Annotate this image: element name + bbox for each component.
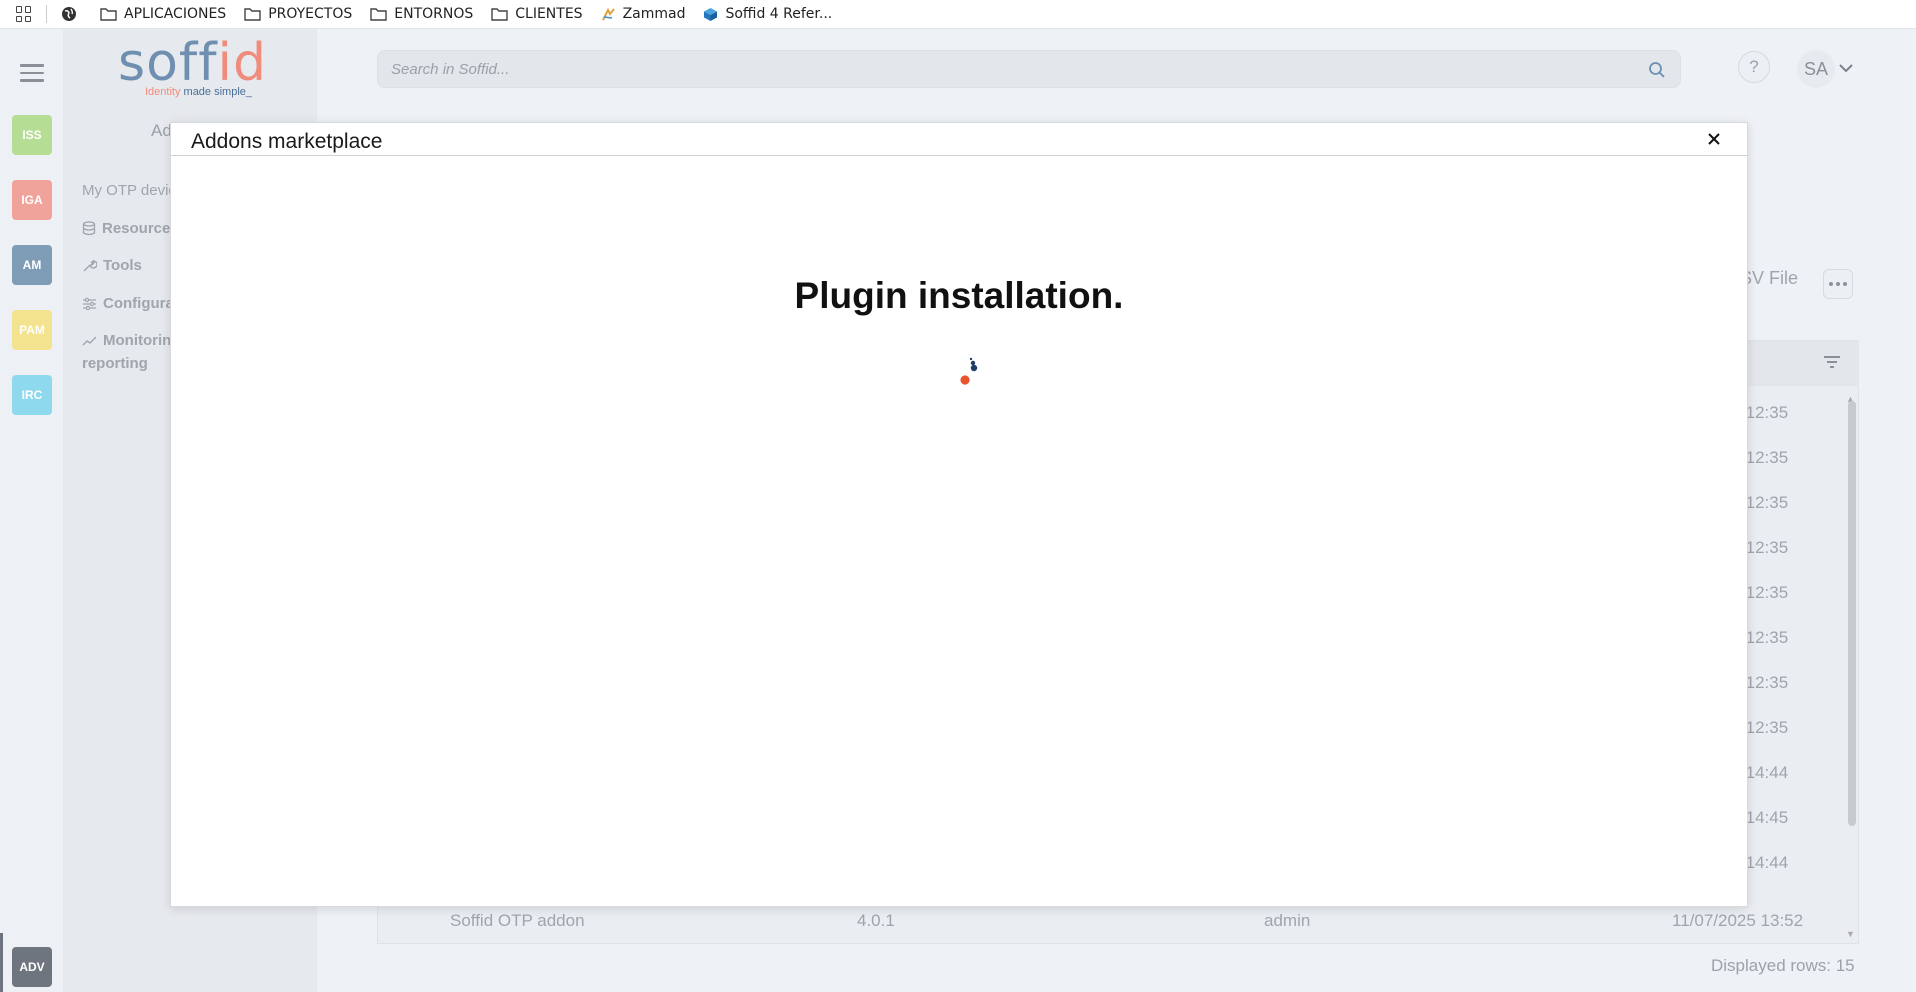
bookmark-soffid[interactable]: Soffid 4 Refer... bbox=[703, 6, 832, 22]
active-indicator bbox=[0, 933, 3, 992]
database-icon bbox=[82, 221, 96, 236]
table-cell-date: 25 12:35 bbox=[1744, 448, 1789, 467]
app-tile-irc[interactable]: IRC bbox=[12, 375, 52, 415]
table-cell-name: Soffid OTP addon bbox=[450, 911, 585, 930]
folder-icon bbox=[100, 8, 117, 21]
search-input[interactable] bbox=[378, 51, 1618, 87]
help-button[interactable]: ? bbox=[1738, 51, 1770, 83]
hamburger-menu-icon[interactable] bbox=[20, 64, 44, 82]
app-tile-adv[interactable]: ADV bbox=[12, 947, 52, 987]
loading-spinner-icon bbox=[960, 357, 978, 385]
app-tile-pam[interactable]: PAM bbox=[12, 310, 52, 350]
bookmark-label: Soffid 4 Refer... bbox=[725, 6, 833, 22]
soffid-logo[interactable]: soffid Identity made simple_ bbox=[118, 37, 288, 99]
bookmark-label: APLICACIONES bbox=[124, 6, 227, 22]
folder-icon bbox=[244, 8, 261, 21]
nav-heading: Ad bbox=[151, 121, 172, 140]
table-cell-date: 25 12:35 bbox=[1744, 673, 1789, 692]
table-cell-date: 25 14:44 bbox=[1744, 763, 1789, 782]
table-cell-date: 25 12:35 bbox=[1744, 403, 1789, 422]
sliders-icon bbox=[83, 297, 96, 310]
table-cell-date: 25 12:35 bbox=[1744, 493, 1789, 512]
filter-icon[interactable] bbox=[1823, 355, 1841, 369]
nav-item-otp-devices[interactable]: My OTP devic bbox=[82, 182, 176, 199]
table-cell-version: 4.0.1 bbox=[857, 911, 895, 930]
nav-item-label: Configura bbox=[103, 295, 174, 312]
nav-item-label: Resource bbox=[102, 220, 171, 237]
bookmark-label: ENTORNOS bbox=[394, 6, 474, 22]
rail-active-item: ADV bbox=[0, 933, 63, 992]
nav-item-configuration[interactable]: Configura bbox=[82, 295, 174, 312]
table-cell-date: 25 12:35 bbox=[1744, 628, 1789, 647]
dialog-title: Addons marketplace bbox=[191, 130, 383, 153]
bookmark-zammad[interactable]: Zammad bbox=[601, 6, 686, 22]
bookmark-label: Zammad bbox=[622, 6, 686, 22]
dialog-header: Addons marketplace bbox=[171, 123, 1747, 156]
plugin-installation-heading: Plugin installation. bbox=[794, 275, 1124, 316]
logo-wordmark: soffid bbox=[118, 33, 267, 93]
export-csv-button[interactable]: SV File bbox=[1740, 268, 1798, 289]
nav-item-reporting-label: reporting bbox=[82, 355, 148, 372]
globe-icon bbox=[62, 7, 76, 21]
close-button[interactable] bbox=[1704, 129, 1724, 149]
nav-item-label: My OTP devic bbox=[82, 182, 176, 199]
app-tile-am[interactable]: AM bbox=[12, 245, 52, 285]
zammad-icon bbox=[601, 7, 615, 20]
bookmark-label: CLIENTES bbox=[515, 6, 583, 22]
app-tile-iss[interactable]: ISS bbox=[12, 115, 52, 155]
table-cell-date: 25 12:35 bbox=[1744, 583, 1789, 602]
table-cell-date: 25 14:44 bbox=[1744, 853, 1789, 872]
bookmark-proyectos[interactable]: PROYECTOS bbox=[244, 6, 352, 22]
global-search bbox=[377, 50, 1681, 88]
table-cell-date: 25 12:35 bbox=[1744, 718, 1789, 737]
nav-item-tools[interactable]: Tools bbox=[82, 257, 142, 274]
apps-grid-icon[interactable] bbox=[16, 6, 32, 22]
addons-marketplace-dialog: Addons marketplace Plugin installation. bbox=[170, 122, 1748, 907]
folder-icon bbox=[491, 8, 508, 21]
user-avatar[interactable]: SA bbox=[1797, 50, 1835, 88]
nav-item-label: Tools bbox=[103, 257, 142, 274]
app-rail: ISS IGA AM PAM IRC ADV bbox=[0, 29, 63, 992]
table-header bbox=[1744, 341, 1859, 386]
bookmark-clientes[interactable]: CLIENTES bbox=[491, 6, 583, 22]
folder-icon bbox=[370, 8, 387, 21]
logo-tagline: Identity made simple_ bbox=[145, 86, 253, 98]
bookmarks-bar: APLICACIONES PROYECTOS ENTORNOS CLIENTES… bbox=[0, 0, 1916, 29]
more-options-button[interactable] bbox=[1823, 269, 1853, 299]
table-cell-author: admin bbox=[1264, 911, 1311, 930]
bookmark-entornos[interactable]: ENTORNOS bbox=[370, 6, 473, 22]
table-cell-date: 25 12:35 bbox=[1744, 538, 1789, 557]
bookmarks-separator bbox=[46, 5, 47, 23]
table-cell-date: 11/07/2025 13:52 bbox=[1672, 911, 1804, 930]
wrench-icon bbox=[83, 260, 97, 272]
bookmark-aplicaciones[interactable]: APLICACIONES bbox=[100, 6, 226, 22]
displayed-rows-count: Displayed rows: 15 bbox=[1711, 956, 1855, 975]
bookmark-label: PROYECTOS bbox=[268, 6, 353, 22]
globe-bookmark[interactable] bbox=[61, 6, 84, 22]
chart-line-icon bbox=[82, 336, 97, 345]
soffid-box-icon bbox=[704, 7, 718, 21]
table-cell-date: 25 14:45 bbox=[1744, 808, 1789, 827]
chevron-down-icon[interactable] bbox=[1838, 60, 1854, 76]
nav-item-label: Monitorin bbox=[103, 332, 172, 349]
nav-item-monitoring[interactable]: Monitorin bbox=[82, 332, 171, 349]
nav-item-resources[interactable]: Resource bbox=[82, 220, 170, 237]
close-icon bbox=[1708, 133, 1720, 145]
app-tile-iga[interactable]: IGA bbox=[12, 180, 52, 220]
search-icon[interactable] bbox=[1648, 61, 1666, 79]
